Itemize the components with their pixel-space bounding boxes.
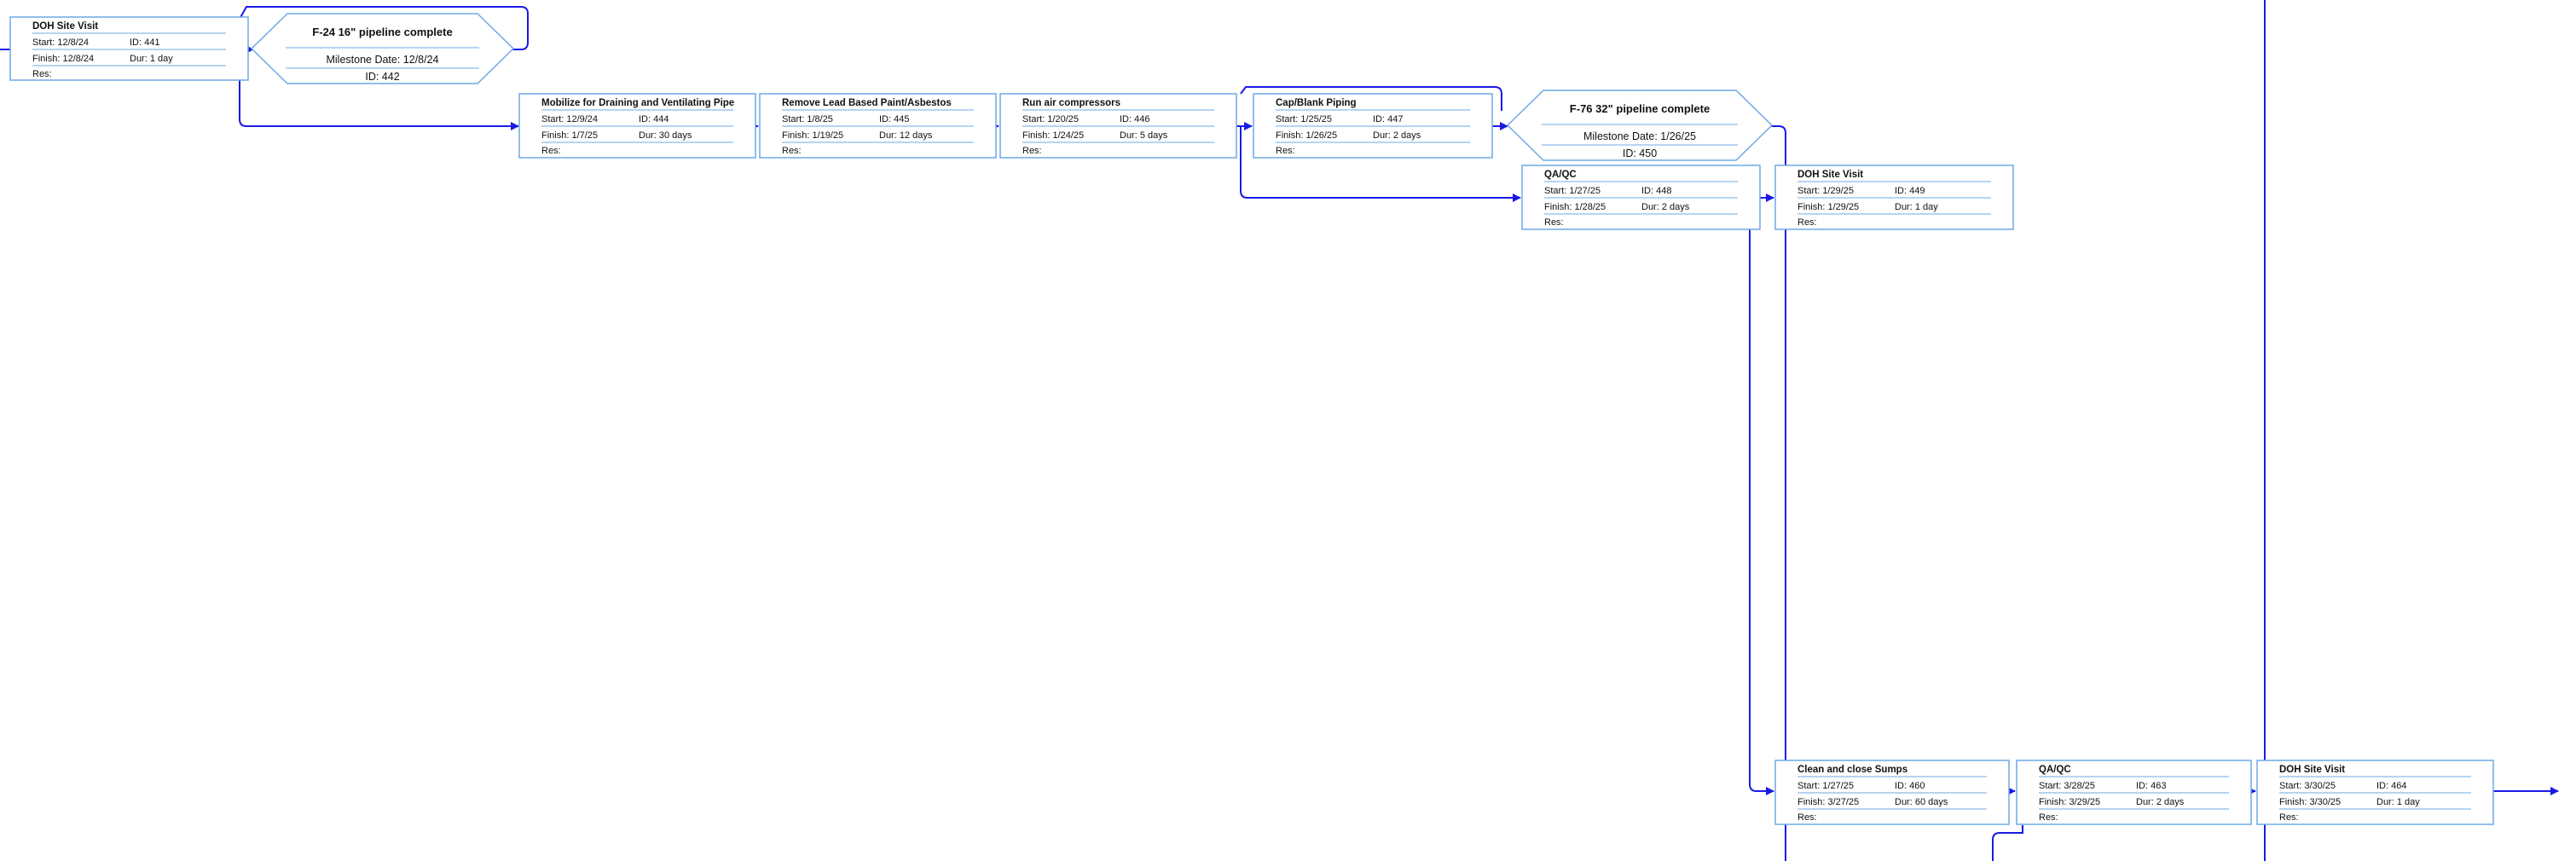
task-id: ID: 460	[1895, 781, 1925, 791]
connector-448-460	[1749, 198, 1774, 795]
task-start: Start: 3/30/25	[2279, 781, 2336, 791]
task-duration: Dur: 60 days	[1895, 797, 1948, 807]
task-finish: Finish: 3/27/25	[1797, 797, 1859, 807]
task-name: Run air compressors	[1022, 98, 1120, 108]
task-id: ID: 464	[2376, 781, 2406, 791]
task-resources: Res:	[1276, 146, 1295, 156]
task-start: Start: 12/9/24	[541, 114, 598, 124]
task-duration: Dur: 12 days	[879, 130, 933, 141]
task-duration: Dur: 2 days	[1641, 202, 1690, 212]
task-finish: Finish: 1/26/25	[1276, 130, 1337, 141]
milestone-id: ID: 442	[365, 71, 399, 83]
task-id: ID: 448	[1641, 186, 1671, 196]
task-name: DOH Site Visit	[2279, 765, 2345, 775]
task-finish: Finish: 3/29/25	[2039, 797, 2100, 807]
task-name: Clean and close Sumps	[1797, 765, 1907, 775]
network-diagram: DOH Site Visit Start: 12/8/24 ID: 441 Finis…	[0, 0, 2559, 861]
task-finish: Finish: 1/28/25	[1544, 202, 1606, 212]
task-start: Start: 1/29/25	[1797, 186, 1854, 196]
task-duration: Dur: 30 days	[639, 130, 692, 141]
task-start: Start: 1/27/25	[1544, 186, 1601, 196]
connector-450-down	[1770, 125, 1786, 861]
task-resources: Res:	[1022, 146, 1042, 156]
task-id: ID: 449	[1895, 186, 1925, 196]
task-node-t449[interactable]: DOH Site Visit Start: 1/29/25 ID: 449 Finis…	[1774, 165, 2014, 230]
task-node-t444[interactable]: Mobilize for Draining and Ventilating Pi…	[518, 93, 756, 159]
task-id: ID: 441	[130, 38, 159, 48]
task-node-t447[interactable]: Cap/Blank Piping Start: 1/25/25 ID: 447 Fin…	[1253, 93, 1493, 159]
task-node-t445[interactable]: Remove Lead Based Paint/Asbestos Start: 1…	[759, 93, 997, 159]
task-id: ID: 444	[639, 114, 669, 124]
task-id: ID: 446	[1120, 114, 1149, 124]
connector-bottom-stub	[1992, 825, 2023, 861]
task-finish: Finish: 1/29/25	[1797, 202, 1859, 212]
task-finish: Finish: 3/30/25	[2279, 797, 2341, 807]
task-name: Cap/Blank Piping	[1276, 98, 1357, 108]
task-finish: Finish: 1/24/25	[1022, 130, 1084, 141]
task-start: Start: 3/28/25	[2039, 781, 2095, 791]
task-node-t464[interactable]: DOH Site Visit Start: 3/30/25 ID: 464 Finis…	[2256, 760, 2494, 825]
task-resources: Res:	[2279, 812, 2299, 823]
task-resources: Res:	[1797, 812, 1817, 823]
task-finish: Finish: 1/7/25	[541, 130, 598, 141]
task-start: Start: 12/8/24	[32, 38, 89, 48]
task-duration: Dur: 1 day	[2376, 797, 2420, 807]
task-id: ID: 447	[1373, 114, 1403, 124]
milestone-id: ID: 450	[1623, 147, 1657, 159]
milestone-date: Milestone Date: 12/8/24	[326, 54, 438, 66]
task-node-t441[interactable]: DOH Site Visit Start: 12/8/24 ID: 441 Finis…	[9, 16, 249, 81]
task-id: ID: 463	[2136, 781, 2166, 791]
task-start: Start: 1/20/25	[1022, 114, 1079, 124]
task-node-t463[interactable]: QA/QC Start: 3/28/25 ID: 463 Finish: 3/29/2…	[2016, 760, 2252, 825]
task-name: QA/QC	[2039, 765, 2071, 775]
task-resources: Res:	[32, 69, 52, 79]
task-finish: Finish: 1/19/25	[782, 130, 843, 141]
task-resources: Res:	[1797, 217, 1817, 228]
task-name: Remove Lead Based Paint/Asbestos	[782, 98, 952, 108]
milestone-node-m450[interactable]: F-76 32" pipeline complete Milestone Date…	[1506, 90, 1774, 161]
task-start: Start: 1/8/25	[782, 114, 833, 124]
task-duration: Dur: 5 days	[1120, 130, 1168, 141]
task-name: DOH Site Visit	[32, 21, 98, 32]
task-name: Mobilize for Draining and Ventilating Pi…	[541, 98, 734, 108]
task-node-t448[interactable]: QA/QC Start: 1/27/25 ID: 448 Finish: 1/28/2…	[1521, 165, 1761, 230]
task-node-t460[interactable]: Clean and close Sumps Start: 1/27/25 ID: 4…	[1774, 760, 2010, 825]
task-resources: Res:	[1544, 217, 1564, 228]
task-start: Start: 1/25/25	[1276, 114, 1332, 124]
task-resources: Res:	[2039, 812, 2058, 823]
task-node-t446[interactable]: Run air compressors Start: 1/20/25 ID: 446…	[999, 93, 1237, 159]
task-start: Start: 1/27/25	[1797, 781, 1854, 791]
task-resources: Res:	[782, 146, 802, 156]
task-name: DOH Site Visit	[1797, 170, 1863, 180]
task-duration: Dur: 2 days	[2136, 797, 2185, 807]
task-finish: Finish: 12/8/24	[32, 54, 94, 64]
task-duration: Dur: 1 day	[130, 54, 173, 64]
task-duration: Dur: 2 days	[1373, 130, 1421, 141]
task-id: ID: 445	[879, 114, 909, 124]
task-duration: Dur: 1 day	[1895, 202, 1938, 212]
task-boxes: DOH Site Visit Start: 12/8/24 ID: 441 Finis…	[9, 16, 2494, 825]
milestone-date: Milestone Date: 1/26/25	[1583, 130, 1696, 142]
task-name: QA/QC	[1544, 170, 1577, 180]
task-resources: Res:	[541, 146, 561, 156]
milestone-name: F-24 16" pipeline complete	[312, 26, 452, 38]
milestone-name: F-76 32" pipeline complete	[1570, 102, 1710, 115]
milestone-node-m442[interactable]: F-24 16" pipeline complete Milestone Date…	[250, 13, 515, 84]
